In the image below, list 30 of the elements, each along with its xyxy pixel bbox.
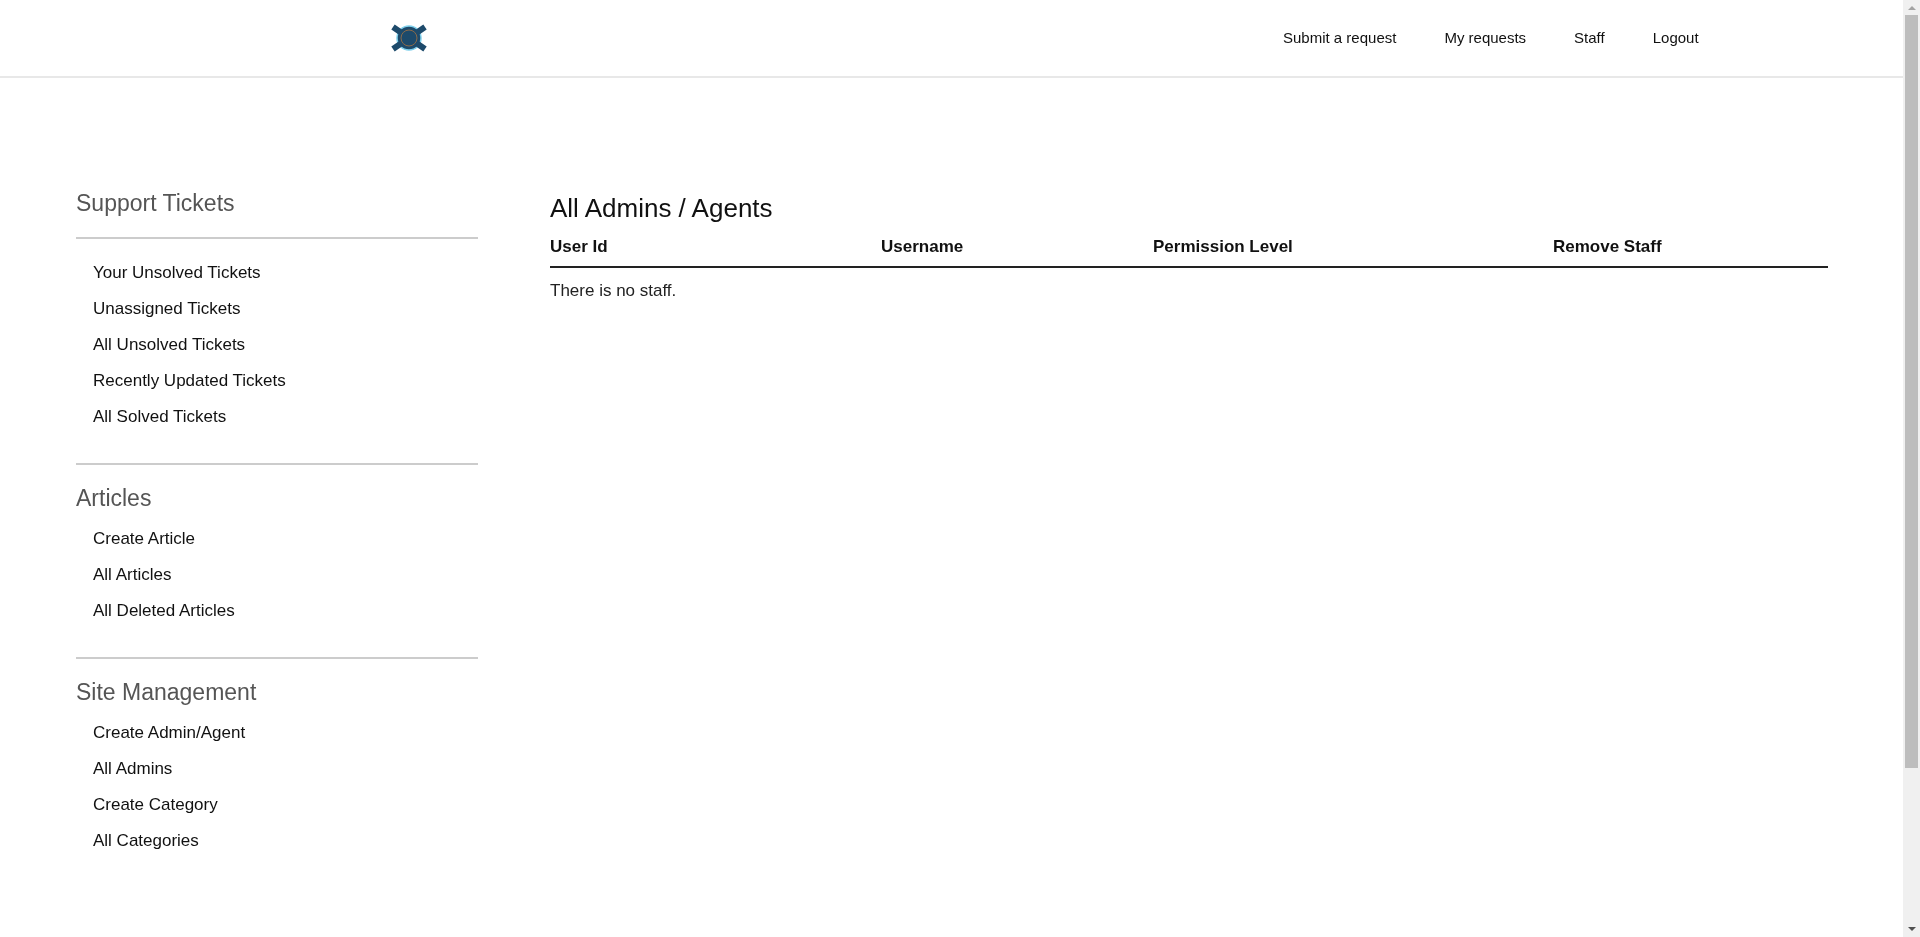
- sidebar-link[interactable]: All Admins: [93, 751, 173, 787]
- sidebar-link[interactable]: All Articles: [93, 557, 172, 593]
- scrollbar[interactable]: [1903, 0, 1920, 937]
- scrollbar-thumb[interactable]: [1905, 15, 1918, 768]
- sidebar-link[interactable]: Create Admin/Agent: [93, 715, 246, 751]
- page-title: All Admins / Agents: [550, 192, 774, 224]
- sidebar-link[interactable]: All Solved Tickets: [93, 399, 227, 435]
- section-heading: Support Tickets: [76, 189, 236, 218]
- sidebar-link[interactable]: Create Category: [93, 787, 218, 823]
- scroll-down-icon[interactable]: [1906, 925, 1917, 933]
- sidebar-link[interactable]: All Deleted Articles: [93, 593, 235, 629]
- nav-link[interactable]: Submit a request: [1283, 26, 1397, 50]
- section-heading: Articles: [76, 484, 153, 513]
- sidebar-link[interactable]: Recently Updated Tickets: [93, 363, 286, 399]
- empty-message: There is no staff.: [550, 279, 678, 302]
- section-heading: Site Management: [76, 678, 258, 707]
- column-header: Permission Level: [1153, 236, 1294, 258]
- column-header: Remove Staff: [1553, 236, 1663, 258]
- sidebar-link[interactable]: Your Unsolved Tickets: [93, 255, 261, 291]
- column-header: Username: [881, 236, 965, 258]
- sidebar-link[interactable]: All Categories: [93, 823, 199, 859]
- logo-icon[interactable]: [389, 23, 429, 53]
- nav-link[interactable]: My requests: [1444, 26, 1527, 50]
- sidebar-link[interactable]: Create Article: [93, 521, 196, 557]
- sidebar-link[interactable]: All Unsolved Tickets: [93, 327, 246, 363]
- scroll-up-icon[interactable]: [1906, 4, 1917, 12]
- nav-link[interactable]: Staff: [1574, 26, 1605, 50]
- sidebar-link[interactable]: Unassigned Tickets: [93, 291, 241, 327]
- nav-link[interactable]: Logout: [1652, 26, 1699, 50]
- column-header: User Id: [550, 236, 609, 258]
